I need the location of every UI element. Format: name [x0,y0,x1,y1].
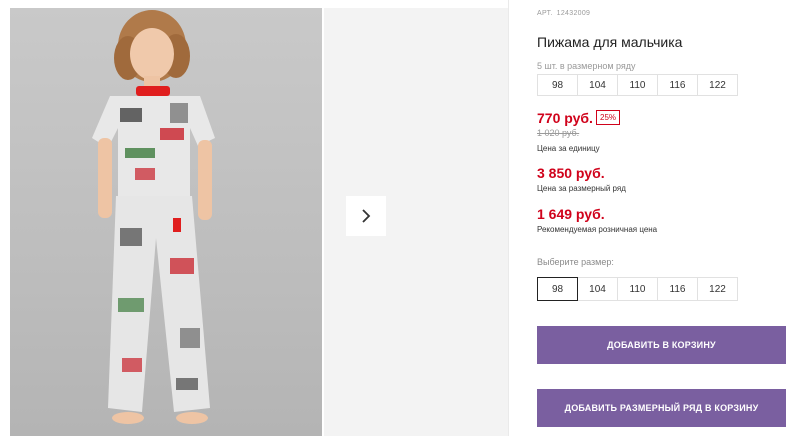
choose-size-label: Выберите размер: [537,257,614,267]
product-title: Пижама для мальчика [537,34,683,50]
unit-price-caption: Цена за единицу [537,144,600,153]
add-size-row-to-cart-button[interactable]: ДОБАВИТЬ РАЗМЕРНЫЙ РЯД В КОРЗИНУ [537,389,786,427]
product-gallery [10,8,508,436]
size-row-item: 110 [617,74,658,96]
size-row-item: 122 [697,74,738,96]
rrp-price-caption: Рекомендуемая розничная цена [537,225,658,234]
size-selector: 98 104 110 116 122 [537,277,738,301]
article-number: АРТ. 12432009 [537,10,594,17]
column-divider [508,0,509,436]
size-option-104[interactable]: 104 [577,277,618,301]
unit-price: 770 руб. [537,110,593,126]
size-row-list: 98 104 110 116 122 [537,74,738,96]
article-value: 12432009 [556,10,591,17]
discount-badge: 25% [596,110,621,125]
size-row-item: 98 [537,74,578,96]
article-label: АРТ. [537,10,553,17]
product-photo-illustration [92,10,215,424]
size-option-116[interactable]: 116 [657,277,698,301]
size-option-98[interactable]: 98 [537,277,578,301]
add-to-cart-button[interactable]: ДОБАВИТЬ В КОРЗИНУ [537,326,786,364]
row-price: 3 850 руб. [537,165,605,181]
chevron-right-icon [362,209,371,223]
size-option-110[interactable]: 110 [617,277,658,301]
size-row-hint: 5 шт. в размерном ряду [537,61,636,71]
size-row-item: 116 [657,74,698,96]
size-option-122[interactable]: 122 [697,277,738,301]
product-photo[interactable] [10,8,322,436]
old-price: 1 020 руб. [537,128,580,138]
size-row-item: 104 [577,74,618,96]
row-price-caption: Цена за размерный ряд [537,184,626,193]
rrp-price: 1 649 руб. [537,206,605,222]
next-photo-button[interactable] [346,196,386,236]
